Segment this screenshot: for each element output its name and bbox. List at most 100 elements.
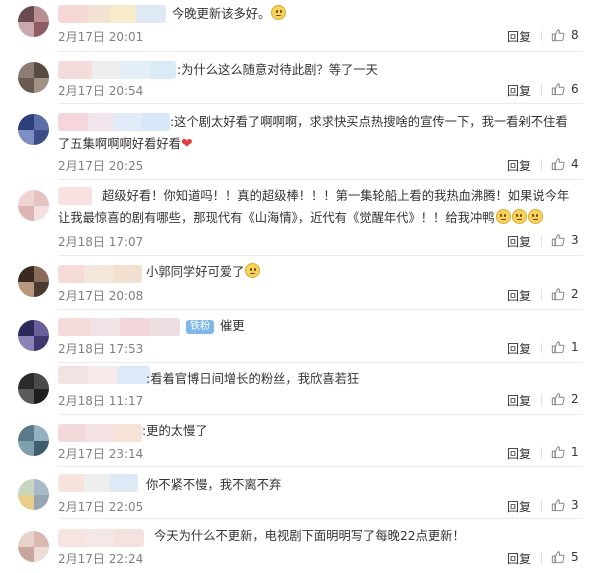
comment-text: :更的太慢了 bbox=[142, 424, 208, 438]
smile-emoji-icon bbox=[495, 209, 511, 224]
avatar[interactable] bbox=[18, 114, 49, 145]
like-count: 4 bbox=[571, 157, 579, 171]
like-button[interactable]: 1 bbox=[551, 340, 579, 354]
comment-item: :为什么这么随意对待此剧？等了一天 2月17日 20:54 回复 6 bbox=[0, 52, 593, 104]
thumbs-up-icon bbox=[551, 393, 565, 406]
avatar[interactable] bbox=[18, 320, 49, 351]
username-blurred[interactable] bbox=[58, 529, 144, 547]
comment-item: 小郭同学好可爱了 2月17日 20:08 回复 2 bbox=[0, 256, 593, 310]
comment-item: :更的太慢了 2月17日 23:14 回复 1 bbox=[0, 415, 593, 467]
comment-time: 2月18日 17:53 bbox=[58, 342, 144, 356]
reply-button[interactable]: 回复 bbox=[507, 392, 531, 409]
divider bbox=[541, 500, 542, 512]
comment-item: 今晚更新该多好。 2月17日 20:01 回复 8 bbox=[0, 0, 593, 52]
like-button[interactable]: 1 bbox=[551, 445, 579, 459]
thumbs-up-icon bbox=[551, 341, 565, 354]
smile-emoji-icon bbox=[271, 5, 287, 20]
username-blurred[interactable] bbox=[58, 424, 142, 442]
comment-time: 2月17日 22:05 bbox=[58, 500, 144, 514]
like-button[interactable]: 3 bbox=[551, 233, 579, 247]
divider bbox=[541, 159, 542, 171]
comment-text: 今晚更新该多好。 bbox=[172, 3, 579, 25]
like-count: 2 bbox=[571, 392, 579, 406]
reply-button[interactable]: 回复 bbox=[507, 445, 531, 462]
like-count: 3 bbox=[571, 498, 579, 512]
like-count: 1 bbox=[571, 445, 579, 459]
avatar[interactable] bbox=[18, 373, 49, 404]
username-blurred[interactable] bbox=[58, 318, 180, 336]
comment-item: 你不紧不慢，我不离不弃 2月17日 22:05 回复 3 bbox=[0, 467, 593, 519]
reply-button[interactable]: 回复 bbox=[507, 340, 531, 357]
comment-text: :为什么这么随意对待此剧？等了一天 bbox=[177, 63, 378, 77]
divider bbox=[541, 30, 542, 42]
comment-text: :这个剧太好看了啊啊啊，求求快买点热搜啥的宣传一下，我一看剁不住看了五集啊啊啊好… bbox=[58, 115, 568, 152]
reply-button[interactable]: 回复 bbox=[507, 82, 531, 99]
reply-button[interactable]: 回复 bbox=[507, 287, 531, 304]
avatar[interactable] bbox=[18, 531, 49, 562]
comment-text: 小郭同学好可爱了 bbox=[146, 261, 579, 283]
like-count: 1 bbox=[571, 340, 579, 354]
comment-time: 2月18日 11:17 bbox=[58, 394, 144, 408]
username-blurred[interactable] bbox=[58, 265, 142, 283]
like-button[interactable]: 2 bbox=[551, 392, 579, 406]
comment-item: :看着官博日间增长的粉丝，我欣喜若狂 2月18日 11:17 回复 2 bbox=[0, 363, 593, 415]
thumbs-up-icon bbox=[551, 499, 565, 512]
red-heart-icon: ❤ bbox=[180, 136, 193, 152]
like-count: 6 bbox=[571, 82, 579, 96]
divider bbox=[541, 342, 542, 354]
like-button[interactable]: 4 bbox=[551, 157, 579, 171]
comment-time: 2月17日 20:01 bbox=[58, 30, 144, 44]
thumbs-up-icon bbox=[551, 551, 565, 564]
smile-emoji-icon bbox=[527, 209, 543, 224]
reply-button[interactable]: 回复 bbox=[507, 233, 531, 250]
comment-time: 2月17日 22:24 bbox=[58, 552, 144, 566]
comment-text: 铁粉 催更 bbox=[186, 315, 579, 337]
reply-button[interactable]: 回复 bbox=[507, 28, 531, 45]
divider bbox=[541, 84, 542, 96]
reply-button[interactable]: 回复 bbox=[507, 550, 531, 567]
like-button[interactable]: 3 bbox=[551, 498, 579, 512]
avatar[interactable] bbox=[18, 425, 49, 456]
like-count: 2 bbox=[571, 287, 579, 301]
like-button[interactable]: 5 bbox=[551, 550, 579, 564]
avatar[interactable] bbox=[18, 479, 49, 510]
comment-text: 今天为什么不更新，电视剧下面明明写了每晚22点更新！ bbox=[154, 529, 465, 543]
like-button[interactable]: 6 bbox=[551, 82, 579, 96]
avatar[interactable] bbox=[18, 266, 49, 297]
comment-list: 今晚更新该多好。 2月17日 20:01 回复 8 :为什么这么随意对待此剧？等… bbox=[0, 0, 593, 573]
smile-emoji-icon bbox=[245, 263, 261, 278]
reply-button[interactable]: 回复 bbox=[507, 498, 531, 515]
divider bbox=[541, 447, 542, 459]
thumbs-up-icon bbox=[551, 158, 565, 171]
avatar[interactable] bbox=[18, 6, 49, 37]
comment-time: 2月17日 20:25 bbox=[58, 159, 144, 173]
thumbs-up-icon bbox=[551, 446, 565, 459]
username-blurred[interactable] bbox=[58, 61, 176, 79]
like-count: 3 bbox=[571, 233, 579, 247]
thumbs-up-icon bbox=[551, 83, 565, 96]
like-count: 5 bbox=[571, 550, 579, 564]
comment-text: :看着官博日间增长的粉丝，我欣喜若狂 bbox=[146, 372, 360, 386]
divider bbox=[541, 289, 542, 301]
comment-time: 2月17日 20:08 bbox=[58, 289, 144, 303]
comment-item: 今天为什么不更新，电视剧下面明明写了每晚22点更新！ 2月17日 22:24 回… bbox=[0, 519, 593, 573]
fan-badge[interactable]: 铁粉 bbox=[186, 320, 214, 334]
divider bbox=[541, 235, 542, 247]
comment-time: 2月17日 23:14 bbox=[58, 447, 144, 461]
thumbs-up-icon bbox=[551, 288, 565, 301]
reply-button[interactable]: 回复 bbox=[507, 157, 531, 174]
comment-time: 2月18日 17:07 bbox=[58, 235, 144, 249]
divider bbox=[541, 552, 542, 564]
username-blurred[interactable] bbox=[58, 366, 150, 384]
avatar[interactable] bbox=[18, 62, 49, 93]
like-button[interactable]: 2 bbox=[551, 287, 579, 301]
comment-item: 超级好看！你知道吗！！真的超级棒！！！第一集轮船上看的我热血沸腾！如果说今年让我… bbox=[0, 180, 593, 256]
like-button[interactable]: 8 bbox=[551, 28, 579, 42]
comment-item: :这个剧太好看了啊啊啊，求求快买点热搜啥的宣传一下，我一看剁不住看了五集啊啊啊好… bbox=[0, 104, 593, 180]
avatar[interactable] bbox=[18, 190, 49, 221]
comment-text: 你不紧不慢，我不离不弃 bbox=[146, 478, 282, 492]
comment-item: 铁粉 催更 2月18日 17:53 回复 1 bbox=[0, 310, 593, 363]
username-blurred[interactable] bbox=[58, 474, 138, 492]
comment-text: 超级好看！你知道吗！！真的超级棒！！！第一集轮船上看的我热血沸腾！如果说今年让我… bbox=[58, 189, 570, 225]
username-blurred[interactable] bbox=[58, 5, 166, 23]
